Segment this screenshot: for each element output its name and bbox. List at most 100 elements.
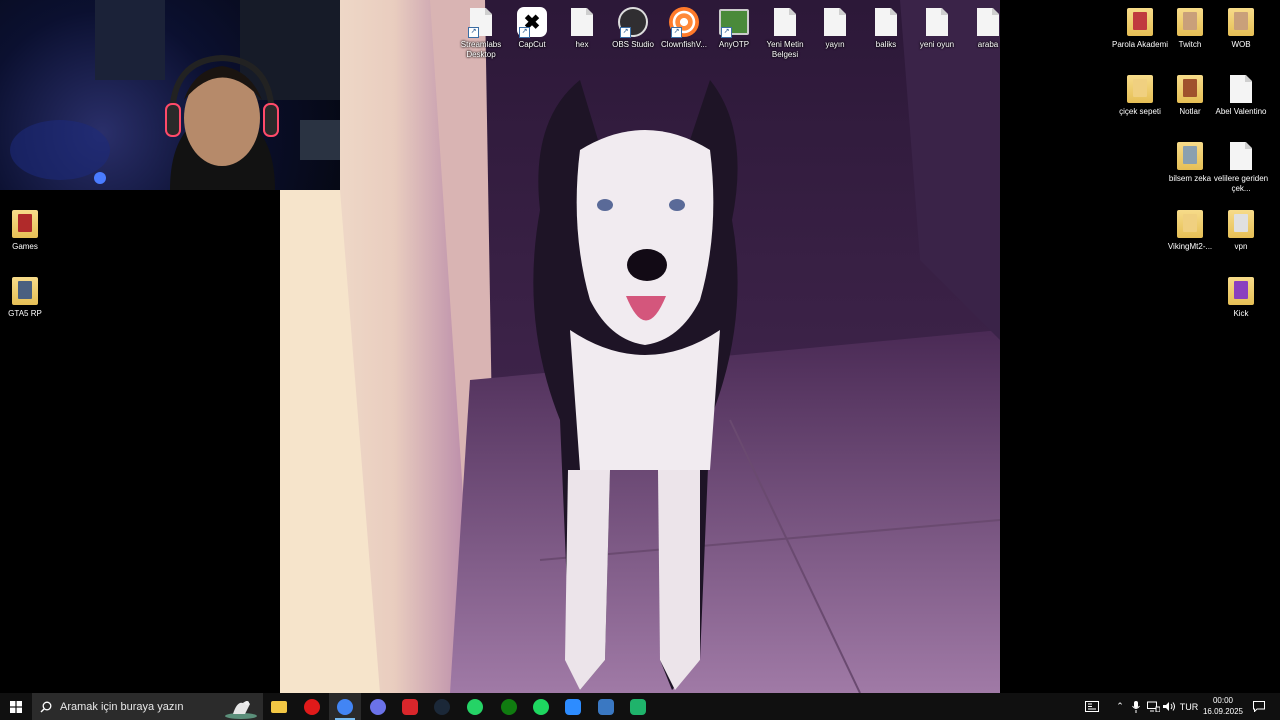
desktop-icon-label: vpn bbox=[1234, 242, 1248, 251]
volume-tray[interactable] bbox=[1161, 693, 1177, 720]
taskbar-app-green-app[interactable] bbox=[622, 693, 654, 720]
desktop-icon-abel[interactable]: Abel Valentino bbox=[1215, 73, 1267, 117]
taskbar-app-whatsapp[interactable] bbox=[459, 693, 491, 720]
taskbar-app-opera[interactable] bbox=[296, 693, 328, 720]
folder-icon bbox=[1174, 208, 1206, 240]
clock-date: 16.09.2025 bbox=[1202, 707, 1244, 716]
obs-icon: ↗ bbox=[617, 6, 649, 38]
desktop-icon-label: GTA5 RP bbox=[8, 309, 42, 318]
folder-icon bbox=[1225, 275, 1257, 307]
gear-icon bbox=[598, 698, 614, 715]
shortcut-arrow-icon: ↗ bbox=[519, 27, 530, 38]
language-label: TUR bbox=[1179, 701, 1199, 712]
file-icon bbox=[566, 6, 598, 38]
opera-icon bbox=[304, 698, 320, 715]
desktop-icon-capcut[interactable]: ✖ ↗ CapCut bbox=[506, 6, 558, 50]
desktop-icon-label: Kick bbox=[1233, 309, 1249, 318]
desktop-icon-vikingmt2[interactable]: VikingMt2-... bbox=[1164, 208, 1216, 252]
search-input[interactable] bbox=[58, 699, 212, 714]
desktop-icon-label: araba bbox=[977, 40, 999, 49]
desktop-icon-vpn[interactable]: vpn bbox=[1215, 208, 1267, 252]
desktop-icon-clownfish[interactable]: ↗ ClownfishV... bbox=[658, 6, 710, 50]
desktop-icon-bilsem[interactable]: bilsem zeka bbox=[1164, 140, 1216, 184]
windows-icon bbox=[10, 700, 22, 713]
desktop-icon-label: Abel Valentino bbox=[1215, 107, 1267, 116]
webcam-overlay bbox=[0, 0, 340, 190]
desktop-icon-baliks[interactable]: baliks bbox=[860, 6, 912, 50]
taskbar-search[interactable] bbox=[32, 693, 263, 720]
file-icon bbox=[1225, 140, 1257, 172]
whatsapp-icon bbox=[467, 698, 483, 715]
taskbar-app-spotify[interactable] bbox=[525, 693, 557, 720]
folder-icon bbox=[1174, 140, 1206, 172]
desktop-icon-wob[interactable]: WOB bbox=[1215, 6, 1267, 50]
desktop-icon-hex[interactable]: hex bbox=[556, 6, 608, 50]
taskbar-app-settings-app[interactable] bbox=[590, 693, 622, 720]
capcut-icon: ✖ ↗ bbox=[516, 6, 548, 38]
folder-icon bbox=[271, 700, 287, 713]
desktop-icon-notlar[interactable]: Notlar bbox=[1164, 73, 1216, 117]
start-button[interactable] bbox=[0, 693, 32, 720]
folder-icon bbox=[1124, 73, 1156, 105]
red-app-icon bbox=[402, 698, 418, 715]
taskbar-clock[interactable]: 00:00 16.09.2025 bbox=[1198, 695, 1248, 717]
notification-center-button[interactable] bbox=[1250, 693, 1268, 720]
search-highlight-icon bbox=[225, 700, 257, 719]
green-app-icon bbox=[630, 698, 646, 715]
folder-icon bbox=[1124, 6, 1156, 38]
taskbar-app-discord-app[interactable] bbox=[362, 693, 394, 720]
desktop-icon-yeni-metin[interactable]: Yeni Metin Belgesi bbox=[759, 6, 811, 59]
network-tray[interactable] bbox=[1145, 693, 1161, 720]
anyotp-icon: ↗ bbox=[718, 6, 750, 38]
desktop-icon-label: WOB bbox=[1231, 40, 1251, 49]
speaker-icon bbox=[1162, 702, 1175, 711]
search-icon bbox=[40, 701, 52, 712]
file-icon bbox=[921, 6, 953, 38]
desktop-icon-obs[interactable]: ↗ OBS Studio bbox=[607, 6, 659, 50]
desktop-icon-parola[interactable]: Parola Akademi bbox=[1112, 6, 1168, 50]
taskbar-app-chrome[interactable] bbox=[329, 693, 361, 720]
desktop-icon-twitch[interactable]: Twitch bbox=[1164, 6, 1216, 50]
taskbar-app-xbox[interactable] bbox=[493, 693, 525, 720]
desktop-icon-streamlabs[interactable]: ↗ Streamlabs Desktop bbox=[455, 6, 507, 59]
desktop-icon-label: Games bbox=[12, 242, 38, 251]
network-icon bbox=[1146, 701, 1160, 712]
microphone-tray[interactable] bbox=[1129, 693, 1143, 720]
clock-time: 00:00 bbox=[1212, 696, 1234, 705]
notification-icon bbox=[1253, 701, 1265, 712]
desktop-icon-anyotp[interactable]: ↗ AnyOTP bbox=[708, 6, 760, 50]
chrome-icon bbox=[337, 698, 353, 715]
desktop-icon-kick[interactable]: Kick bbox=[1215, 275, 1267, 319]
desktop-icon-yayin[interactable]: yayın bbox=[809, 6, 861, 50]
file-icon bbox=[870, 6, 902, 38]
taskbar-app-red-app[interactable] bbox=[394, 693, 426, 720]
shortcut-arrow-icon: ↗ bbox=[671, 27, 682, 38]
tray-overflow-button[interactable]: ⌃ bbox=[1112, 693, 1128, 720]
clownfish-icon: ↗ bbox=[668, 6, 700, 38]
spotify-icon bbox=[533, 698, 549, 715]
desktop-icon-velilere[interactable]: velilere geriden çek... bbox=[1214, 140, 1268, 193]
file-icon bbox=[972, 6, 1004, 38]
taskbar-app-zoom[interactable] bbox=[557, 693, 589, 720]
microphone-icon bbox=[1132, 700, 1140, 713]
zoom-icon bbox=[565, 698, 581, 715]
desktop-icon-cicek[interactable]: çiçek sepeti bbox=[1114, 73, 1166, 117]
folder-icon bbox=[9, 275, 41, 307]
taskbar-app-file-explorer[interactable] bbox=[263, 693, 295, 720]
desktop-icon-gta5rp[interactable]: GTA5 RP bbox=[0, 275, 51, 319]
folder-icon bbox=[1174, 6, 1206, 38]
language-indicator[interactable]: TUR bbox=[1178, 693, 1200, 720]
desktop-icon-yeni-oyun[interactable]: yeni oyun bbox=[911, 6, 963, 50]
news-widget[interactable] bbox=[1082, 693, 1102, 720]
desktop-wallpaper bbox=[280, 0, 1000, 693]
shortcut-arrow-icon: ↗ bbox=[620, 27, 631, 38]
file-icon bbox=[769, 6, 801, 38]
desktop-icon-games[interactable]: Games bbox=[0, 208, 51, 252]
shortcut-arrow-icon: ↗ bbox=[721, 27, 732, 38]
taskbar-app-steam[interactable] bbox=[426, 693, 458, 720]
news-icon bbox=[1085, 701, 1099, 712]
file-icon bbox=[819, 6, 851, 38]
folder-icon bbox=[1225, 208, 1257, 240]
folder-icon bbox=[1225, 6, 1257, 38]
desktop-icon-araba[interactable]: araba bbox=[962, 6, 1014, 50]
